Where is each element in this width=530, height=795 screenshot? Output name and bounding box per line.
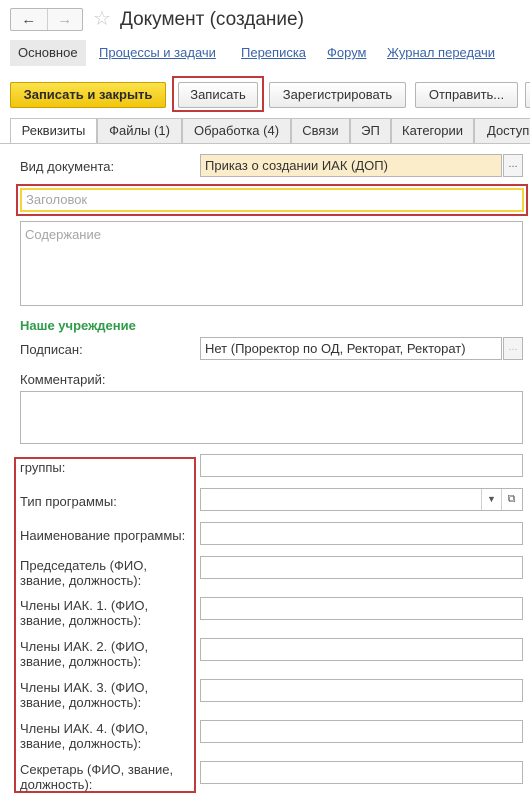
- signed-select-button[interactable]: ...: [503, 337, 523, 360]
- tab-processing[interactable]: Обработка (4): [182, 118, 291, 144]
- tab-signature[interactable]: ЭП: [350, 118, 391, 144]
- chairman-input[interactable]: [200, 556, 523, 579]
- more-button[interactable]: [525, 82, 530, 108]
- program-name-input[interactable]: [200, 522, 523, 545]
- header-input[interactable]: Заголовок: [20, 188, 524, 212]
- tab-links[interactable]: Связи: [291, 118, 350, 144]
- comment-textarea[interactable]: [20, 391, 523, 444]
- tab-access[interactable]: Доступ: [474, 118, 530, 144]
- custom-field-label: Члены ИАК. 2. (ФИО, звание, должность):: [20, 639, 149, 669]
- nav-forum[interactable]: Форум: [327, 40, 367, 66]
- signed-label: Подписан:: [20, 342, 83, 357]
- save-button[interactable]: Записать: [178, 82, 258, 108]
- register-button[interactable]: Зарегистрировать: [269, 82, 406, 108]
- star-icon[interactable]: ☆: [93, 7, 111, 31]
- member-3-input[interactable]: [200, 679, 523, 702]
- header-field-highlight: Заголовок: [16, 184, 528, 216]
- member-2-input[interactable]: [200, 638, 523, 661]
- arrow-left-icon: ←: [21, 11, 37, 28]
- custom-field-label: Наименование программы:: [20, 528, 186, 543]
- nav-transfer-log[interactable]: Журнал передачи: [387, 40, 495, 66]
- groups-input[interactable]: [200, 454, 523, 477]
- open-icon[interactable]: ⧉: [501, 489, 521, 510]
- secretary-input[interactable]: [200, 761, 523, 784]
- arrow-right-icon: →: [57, 11, 73, 28]
- forward-button[interactable]: →: [46, 9, 83, 30]
- comment-label: Комментарий:: [20, 372, 106, 387]
- save-close-button[interactable]: Записать и закрыть: [10, 82, 166, 108]
- tab-files[interactable]: Файлы (1): [97, 118, 182, 144]
- doc-type-field[interactable]: Приказ о создании ИАК (ДОП): [200, 154, 502, 177]
- custom-field-label: Тип программы:: [20, 494, 117, 509]
- tab-requisites[interactable]: Реквизиты: [10, 118, 97, 144]
- title-bar: ← → ☆ Документ (создание): [0, 0, 530, 40]
- tab-categories[interactable]: Категории: [391, 118, 474, 144]
- back-button[interactable]: ←: [11, 9, 47, 30]
- section-nav: Основное Процессы и задачи Переписка Фор…: [10, 40, 530, 66]
- custom-field-label: Секретарь (ФИО, звание, должность):: [20, 762, 174, 792]
- send-button[interactable]: Отправить...: [415, 82, 518, 108]
- nav-processes[interactable]: Процессы и задачи: [99, 40, 216, 66]
- nav-main[interactable]: Основное: [10, 40, 86, 66]
- custom-field-label: Председатель (ФИО, звание, должность):: [20, 558, 147, 588]
- signed-field[interactable]: Нет (Проректор по ОД, Ректорат, Ректорат…: [200, 337, 502, 360]
- doc-type-label: Вид документа:: [20, 159, 115, 174]
- custom-field-label: группы:: [20, 460, 66, 475]
- member-1-input[interactable]: [200, 597, 523, 620]
- custom-field-label: Члены ИАК. 1. (ФИО, звание, должность):: [20, 598, 149, 628]
- member-4-input[interactable]: [200, 720, 523, 743]
- section-title: Наше учреждение: [20, 318, 136, 333]
- page-title: Документ (создание): [120, 9, 304, 30]
- toolbar: Записать и закрыть Записать Зарегистриро…: [0, 76, 530, 112]
- custom-field-label: Члены ИАК. 4. (ФИО, звание, должность):: [20, 721, 149, 751]
- tab-divider: [0, 143, 530, 144]
- chevron-down-icon[interactable]: ▼: [481, 489, 501, 510]
- program-type-select[interactable]: ▼ ⧉: [200, 488, 523, 511]
- tab-bar: Реквизиты Файлы (1) Обработка (4) Связи …: [0, 118, 530, 144]
- custom-field-label: Члены ИАК. 3. (ФИО, звание, должность):: [20, 680, 149, 710]
- doc-type-select-button[interactable]: ...: [503, 154, 523, 177]
- nav-correspondence[interactable]: Переписка: [241, 40, 306, 66]
- content-textarea[interactable]: Содержание: [20, 221, 523, 306]
- history-nav: ← →: [10, 8, 83, 31]
